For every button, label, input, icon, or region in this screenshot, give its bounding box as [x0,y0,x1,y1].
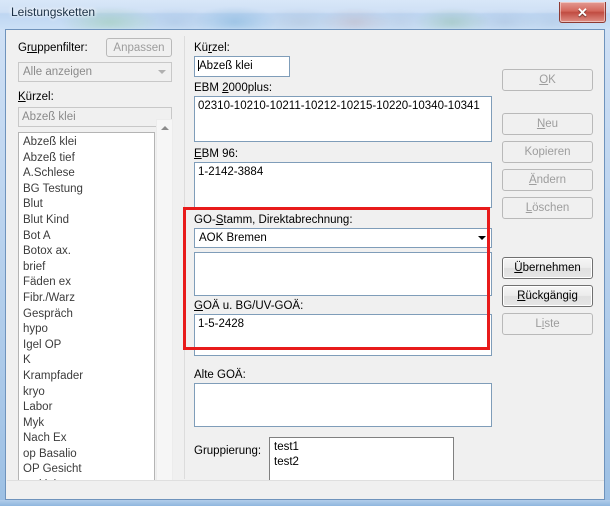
gruppenfilter-combo[interactable]: Alle anzeigen [18,62,172,82]
list-item[interactable]: Nach Ex [23,431,151,447]
go-stamm-combo[interactable]: AOK Bremen [194,228,492,248]
list-item[interactable]: hypo [23,322,151,338]
uebernehmen-button-label: Übernehmen [514,262,581,274]
kuerzel-listbox[interactable]: Abzeß klei Abzeß tief A.Schlese BG Testu… [18,132,155,489]
kopieren-button[interactable]: Kopieren [502,141,593,163]
ebm2000-label: EBM 2000plus: [194,82,273,94]
list-item[interactable]: Bot A [23,229,151,245]
list-item[interactable]: Myk [23,416,151,432]
scroll-up-arrow-icon[interactable] [157,120,172,136]
list-item[interactable]: Fäden ex [23,275,151,291]
leistungsketten-window: Leistungsketten ✕ Gruppenfilter: Anpasse… [0,0,610,506]
anpassen-button[interactable]: Anpassen [106,38,172,57]
kuerzel-list-scrollbar[interactable] [156,119,173,491]
list-item[interactable]: BG Testung [23,182,151,198]
window-frame-right [605,29,610,506]
list-item[interactable]: A.Schlese [23,166,151,182]
list-item[interactable]: Gespräch [23,307,151,323]
ebm2000-value: 02310-10210-10211-10212-10215-10220-1034… [198,100,480,112]
ebm2000-textarea[interactable]: 02310-10210-10211-10212-10215-10220-1034… [194,96,492,142]
kuerzel-label: Kürzel: [194,42,230,54]
list-item[interactable]: Blut [23,197,151,213]
close-button[interactable]: ✕ [559,2,606,23]
list-item[interactable]: op Basalio [23,447,151,463]
list-item[interactable]: Abzeß klei [23,135,151,151]
window-title: Leistungsketten [11,5,96,19]
list-item[interactable]: Blut Kind [23,213,151,229]
ebm96-label: EBM 96: [194,148,239,160]
kuerzel-search-value: Abzeß klei [22,111,76,123]
ok-button-label: OK [539,74,556,86]
ebm96-value: 1-2142-3884 [198,166,264,178]
kuerzel-value: Abzeß klei [199,60,253,72]
chevron-down-icon [158,70,166,74]
list-item[interactable]: OP Gesicht [23,462,151,478]
go-stamm-extra-textarea[interactable] [194,252,492,296]
neu-button-label: Neu [536,118,559,130]
list-item[interactable]: Labor [23,400,151,416]
liste-button[interactable]: Liste [502,313,593,335]
rueckgaengig-button[interactable]: Rückgängig [502,285,593,307]
uebernehmen-button[interactable]: Übernehmen [502,257,593,279]
list-item[interactable]: test2 [274,455,450,470]
list-item[interactable]: Krampfader [23,369,151,385]
kuerzel-search-input[interactable]: Abzeß klei [18,107,172,127]
kuerzel-input[interactable]: Abzeß klei [194,56,290,77]
list-item[interactable]: K [23,353,151,369]
goae-value: 1-5-2428 [198,318,245,330]
liste-button-label: Liste [535,318,560,330]
kuerzel-search-label: Kürzel: [18,91,54,103]
close-icon: ✕ [577,4,588,20]
list-item[interactable]: Botox ax. [23,244,151,260]
window-frame-bottom [0,500,610,506]
rueckgaengig-button-label: Rückgängig [517,290,578,302]
list-item[interactable]: Igel OP [23,338,151,354]
ebm96-textarea[interactable]: 1-2142-3884 [194,162,492,208]
ok-button[interactable]: OK [502,69,593,91]
gruppenfilter-label: Gruppenfilter: [18,42,88,54]
dialog-status-strip [7,480,604,498]
loeschen-button[interactable]: Löschen [502,197,593,219]
list-item[interactable]: test1 [274,440,450,455]
aendern-button[interactable]: Ändern [502,169,593,191]
neu-button[interactable]: Neu [502,113,593,135]
anpassen-button-label: Anpassen [113,41,165,54]
alte-goae-textarea[interactable] [194,383,492,427]
gruppenfilter-combo-value: Alle anzeigen [23,66,93,78]
list-item[interactable]: Abzeß tief [23,151,151,167]
list-item[interactable]: brief [23,260,151,276]
aendern-button-label: Ändern [528,174,567,186]
list-item[interactable]: Fibr./Warz [23,291,151,307]
goae-textarea[interactable]: 1-5-2428 [194,314,492,356]
go-stamm-label: GO-Stamm, Direktabrechnung: [194,214,353,226]
gruppierung-label: Gruppierung: [194,445,262,457]
title-bar: Leistungsketten ✕ [0,0,610,30]
chevron-down-icon [478,236,486,240]
go-stamm-value: AOK Bremen [199,232,267,244]
panel-divider [184,36,185,479]
kopieren-button-label: Kopieren [524,146,571,158]
list-item[interactable]: kryo [23,385,151,401]
alte-goae-label: Alte GOÄ: [194,369,246,381]
goae-label: GOÄ u. BG/UV-GOÄ: [194,300,304,312]
dialog-client-area: Gruppenfilter: Anpassen Alle anzeigen Kü… [5,29,605,500]
loeschen-button-label: Löschen [525,202,570,214]
